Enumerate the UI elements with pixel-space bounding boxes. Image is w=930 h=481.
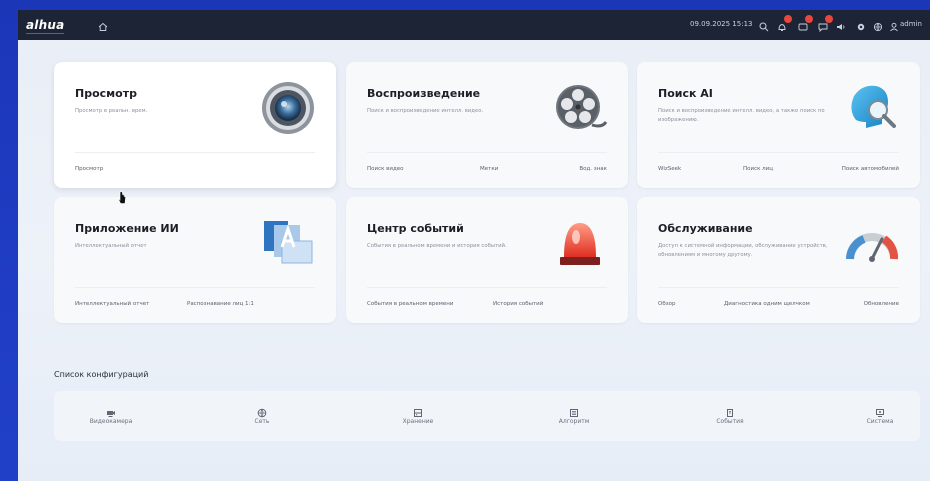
algorithm-icon xyxy=(569,403,579,417)
home-icon[interactable] xyxy=(97,18,109,31)
config-item-label: Алгоритм xyxy=(558,418,590,425)
notification-badge xyxy=(805,15,813,23)
gauge-icon xyxy=(844,215,900,271)
search-icon[interactable] xyxy=(758,18,770,32)
brand-logo: alhua xyxy=(26,18,65,34)
card-link[interactable]: Обновление xyxy=(864,301,899,307)
card-maintenance[interactable]: Обслуживание Доступ к системной информац… xyxy=(637,197,920,323)
globe-icon[interactable] xyxy=(872,18,884,32)
card-link[interactable]: Интеллектуальный отчет xyxy=(75,301,149,307)
card-link[interactable]: История событий xyxy=(493,301,543,307)
user-icon[interactable] xyxy=(888,18,900,32)
alarm-siren-icon xyxy=(552,215,608,271)
card-link[interactable]: Метки xyxy=(480,166,498,172)
card-description: Доступ к системной информации, обслужива… xyxy=(658,243,828,258)
card-title: Центр событий xyxy=(367,222,464,235)
system-icon xyxy=(875,403,885,417)
ai-document-icon xyxy=(260,215,316,271)
config-item-label: Хранение xyxy=(402,418,434,425)
card-description: Просмотр в реальн. врем. xyxy=(75,108,148,114)
card-ai-search[interactable]: Поиск AI Поиск и воспроизведение интелл.… xyxy=(637,62,920,188)
camera-lens-icon xyxy=(260,80,316,136)
config-item-algorithm[interactable]: Алгоритм xyxy=(534,403,614,425)
card-link[interactable]: Поиск лиц xyxy=(743,166,773,172)
card-divider xyxy=(367,287,607,288)
config-list-title: Список конфигураций xyxy=(54,370,149,379)
storage-icon xyxy=(413,403,423,417)
card-link[interactable]: Поиск автомобилей xyxy=(842,166,899,172)
ai-head-search-icon xyxy=(844,80,900,136)
card-divider xyxy=(367,152,607,153)
card-divider xyxy=(658,152,899,153)
card-link[interactable]: Поиск видео xyxy=(367,166,404,172)
card-title: Просмотр xyxy=(75,87,137,100)
camera-icon xyxy=(106,403,116,417)
card-link[interactable]: События в реальном времени xyxy=(367,301,453,307)
config-item-label: Система xyxy=(866,418,894,425)
config-item-system[interactable]: Система xyxy=(840,403,920,425)
card-title: Приложение ИИ xyxy=(75,222,179,235)
card-link[interactable]: Обзор xyxy=(658,301,676,307)
top-bar: alhua 09.09.2025 15:13 admin xyxy=(18,10,930,40)
config-item-camera[interactable]: Видеокамера xyxy=(71,403,151,425)
config-item-network[interactable]: Сеть xyxy=(222,403,302,425)
notification-badge xyxy=(825,15,833,23)
card-playback[interactable]: Воспроизведение Поиск и воспроизведение … xyxy=(346,62,628,188)
config-list: Видеокамера Сеть Хранение Алгоритм Событ… xyxy=(54,391,920,441)
settings-icon[interactable] xyxy=(855,18,867,31)
card-divider xyxy=(75,287,315,288)
event-icon xyxy=(725,403,735,417)
alarm-bell-icon[interactable] xyxy=(776,15,792,31)
config-item-label: События xyxy=(716,418,744,425)
card-divider xyxy=(658,287,899,288)
card-description: Интеллектуальный отчет xyxy=(75,243,147,249)
card-title: Воспроизведение xyxy=(367,87,481,100)
card-description: Поиск и воспроизведение интелл. видео, а… xyxy=(658,108,825,123)
notification-badge xyxy=(784,15,792,23)
card-live-view[interactable]: Просмотр Просмотр в реальн. врем. Просмо… xyxy=(54,62,336,188)
config-item-storage[interactable]: Хранение xyxy=(378,403,458,425)
datetime-display: 09.09.2025 15:13 xyxy=(690,20,753,28)
config-item-label: Видеокамера xyxy=(89,418,133,425)
card-link[interactable]: Диагностика одним щелчком xyxy=(724,301,810,307)
card-divider xyxy=(75,152,315,153)
card-ai-app[interactable]: Приложение ИИ Интеллектуальный отчет Инт… xyxy=(54,197,336,323)
card-link[interactable]: Распознавание лиц 1:1 xyxy=(187,301,254,307)
card-link[interactable]: Вод. знак xyxy=(579,166,607,172)
mouse-cursor-icon xyxy=(117,190,127,204)
message-icon[interactable] xyxy=(797,15,813,31)
card-event-center[interactable]: Центр событий События в реальном времени… xyxy=(346,197,628,323)
card-link[interactable]: WizSeek xyxy=(658,166,681,172)
config-item-events[interactable]: События xyxy=(690,403,770,425)
card-title: Обслуживание xyxy=(658,222,753,235)
film-reel-icon xyxy=(552,80,608,136)
home-dashboard: Просмотр Просмотр в реальн. врем. Просмо… xyxy=(18,40,930,481)
app-window: alhua 09.09.2025 15:13 admin Просмотр Пр… xyxy=(18,10,930,481)
username-label[interactable]: admin xyxy=(900,20,922,28)
card-link[interactable]: Просмотр xyxy=(75,166,103,172)
globe-icon xyxy=(257,403,267,418)
chat-icon[interactable] xyxy=(817,15,833,33)
card-description: События в реальном времени и история соб… xyxy=(367,243,507,249)
config-item-label: Сеть xyxy=(254,418,270,425)
card-description: Поиск и воспроизведение интелл. видео. xyxy=(367,108,484,114)
card-title: Поиск AI xyxy=(658,87,713,100)
speaker-icon[interactable] xyxy=(835,18,847,30)
